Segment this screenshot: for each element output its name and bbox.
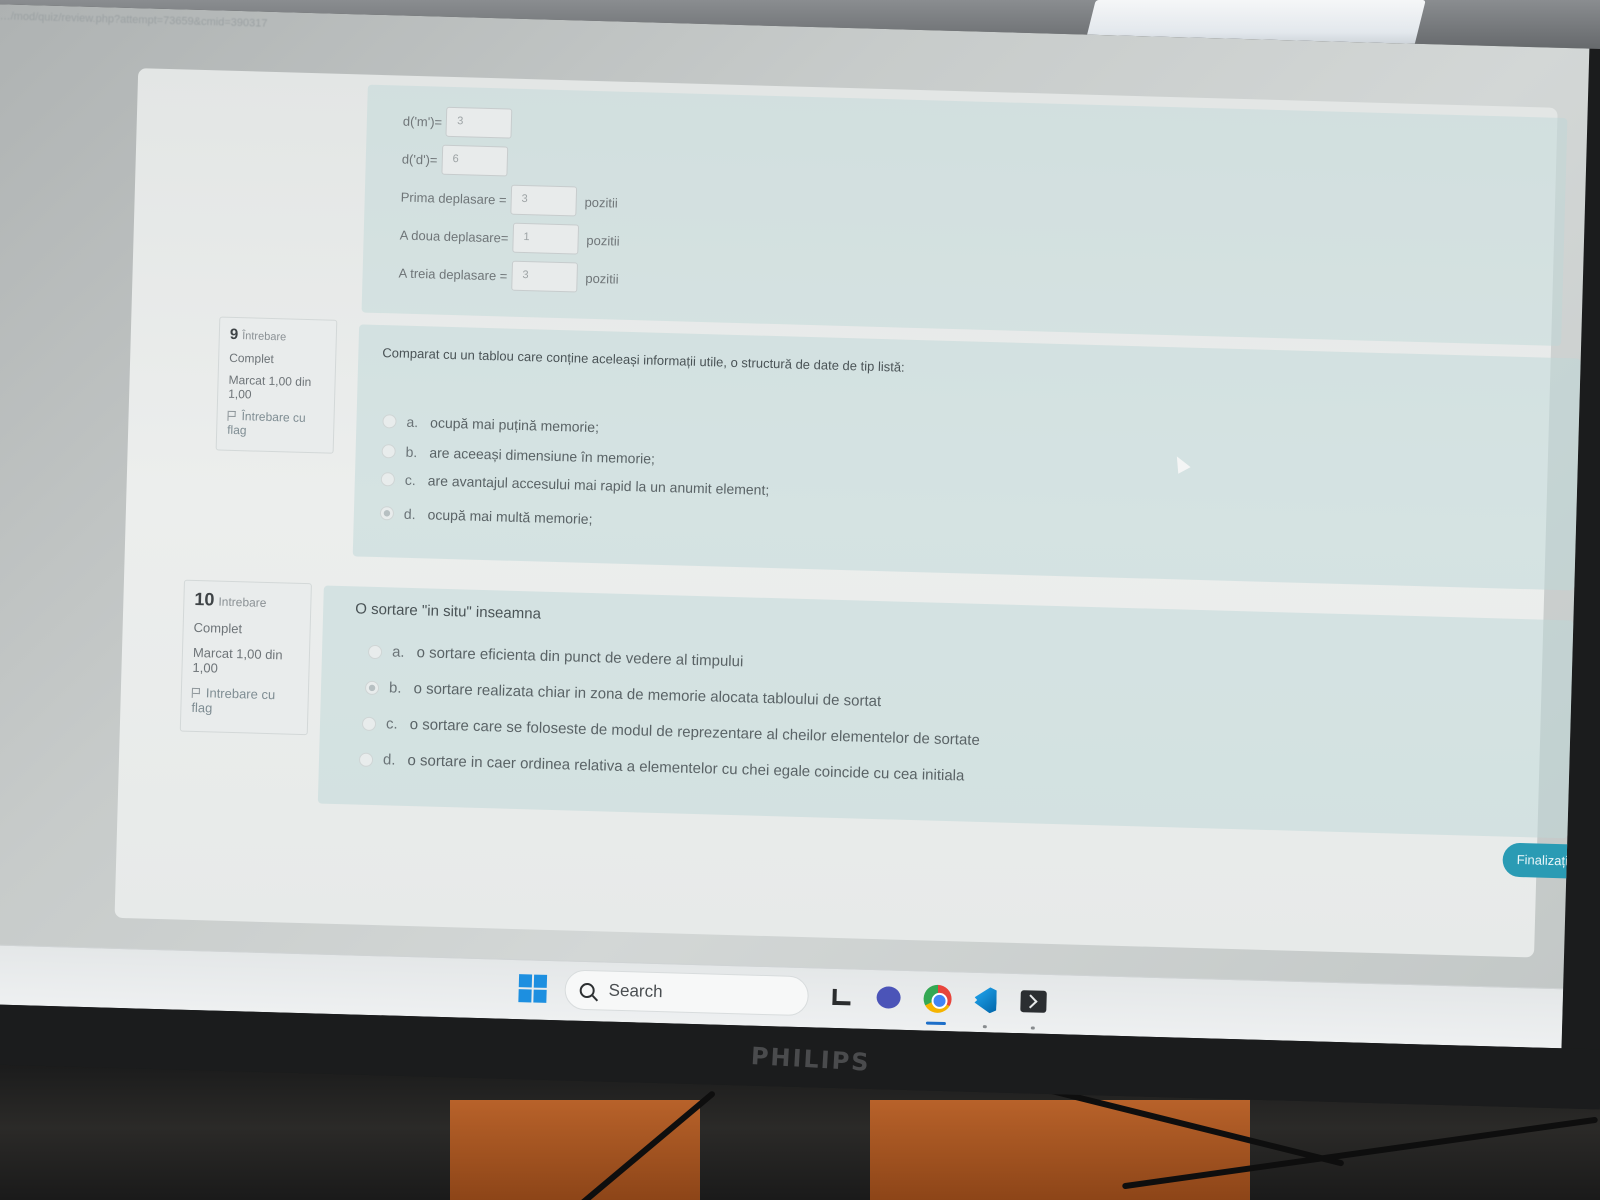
- field-unit: pozitii: [585, 270, 619, 287]
- field-row-a-treia-deplasare: A treia deplasare = 3 pozitii: [398, 258, 619, 294]
- radio-button-checked[interactable]: [379, 506, 395, 521]
- field-row-prima-deplasare: Prima deplasare = 3 pozitii: [400, 182, 618, 218]
- answer-letter: b.: [388, 679, 402, 697]
- flag-icon: [191, 687, 200, 699]
- question-number: 9: [229, 325, 239, 344]
- monitor: …/mod/quiz/review.php?attempt=73659&cmid…: [0, 4, 1600, 1110]
- logo-tile: [518, 974, 533, 988]
- field-label: A doua deplasare=: [399, 227, 509, 246]
- running-app-indicator: [982, 1025, 987, 1029]
- radio-button[interactable]: [358, 752, 374, 767]
- answer-letter: c.: [385, 715, 398, 733]
- file-explorer-icon[interactable]: [824, 979, 859, 1014]
- vscode-icon[interactable]: [968, 983, 1003, 1018]
- radio-button-checked[interactable]: [364, 680, 380, 695]
- field-row-dd: d('d')= 6: [401, 144, 508, 177]
- desk-wood: [450, 1100, 700, 1200]
- radio-button[interactable]: [380, 472, 396, 487]
- field-label: A treia deplasare =: [398, 265, 508, 284]
- running-app-indicator: [1030, 1026, 1035, 1030]
- video-call-icon[interactable]: [872, 980, 907, 1015]
- terminal-icon[interactable]: [1016, 984, 1051, 1019]
- field-label: d('d')=: [401, 151, 438, 168]
- radio-button[interactable]: [382, 414, 397, 429]
- question-status: Complet: [193, 619, 243, 637]
- answer-letter: a.: [406, 413, 419, 431]
- question-mark: Marcat 1,00 din 1,00: [192, 644, 283, 676]
- answer-letter: b.: [405, 443, 418, 461]
- question-10-info: 10 Intrebare Complet Marcat 1,00 din 1,00…: [179, 579, 312, 736]
- question-word: Intrebare: [218, 594, 267, 610]
- answer-letter: a.: [391, 643, 405, 661]
- question-mark: Marcat 1,00 din 1,00: [228, 372, 312, 402]
- active-app-indicator: [925, 1021, 946, 1026]
- screen: …/mod/quiz/review.php?attempt=73659&cmid…: [0, 4, 1590, 1049]
- flag-label: Întrebare cu flag: [227, 409, 306, 438]
- logo-tile: [533, 989, 547, 1003]
- search-icon: [579, 982, 595, 998]
- flag-label: Intrebare cu flag: [191, 685, 276, 716]
- field-row-dm: d('m')= 3: [402, 106, 513, 139]
- radio-button[interactable]: [367, 644, 383, 659]
- logo-tile: [518, 989, 532, 1003]
- chrome-icon[interactable]: [920, 981, 955, 1016]
- question-status: Complet: [229, 350, 275, 367]
- answer-input[interactable]: 6: [441, 144, 508, 177]
- field-unit: pozitii: [584, 194, 619, 211]
- windows-start-icon[interactable]: [518, 974, 548, 1003]
- taskbar-search[interactable]: Search: [564, 969, 810, 1017]
- answer-input[interactable]: 3: [510, 260, 578, 293]
- radio-button[interactable]: [361, 716, 377, 731]
- question-number-line: 9 Întrebare: [230, 326, 326, 346]
- flag-question-link[interactable]: Intrebare cu flag: [191, 685, 298, 718]
- field-label: Prima deplasare =: [400, 189, 507, 207]
- logo-tile: [533, 974, 548, 988]
- answer-input[interactable]: 1: [512, 222, 579, 255]
- answer-input[interactable]: 3: [510, 184, 578, 217]
- field-row-a-doua-deplasare: A doua deplasare= 1 pozitii: [399, 220, 620, 256]
- radio-button[interactable]: [381, 444, 396, 459]
- flag-question-link[interactable]: Întrebare cu flag: [227, 409, 324, 440]
- flag-icon: [227, 410, 236, 422]
- field-unit: pozitii: [586, 232, 620, 249]
- question-number: 10: [194, 588, 215, 610]
- finish-review-button[interactable]: Finalizați: [1502, 842, 1590, 880]
- question-word: Întrebare: [241, 330, 287, 344]
- answer-letter: d.: [382, 751, 396, 769]
- field-label: d('m')=: [402, 113, 443, 130]
- question-10-content: [317, 585, 1574, 839]
- answer-letter: d.: [403, 505, 416, 523]
- answer-letter: c.: [404, 471, 416, 489]
- question-number-line: 10 Intrebare: [194, 589, 301, 613]
- desk-wood: [870, 1100, 1250, 1200]
- question-9-info: 9 Întrebare Complet Marcat 1,00 din 1,00 …: [215, 316, 338, 454]
- answer-input[interactable]: 3: [445, 106, 513, 139]
- search-label: Search: [608, 980, 663, 1002]
